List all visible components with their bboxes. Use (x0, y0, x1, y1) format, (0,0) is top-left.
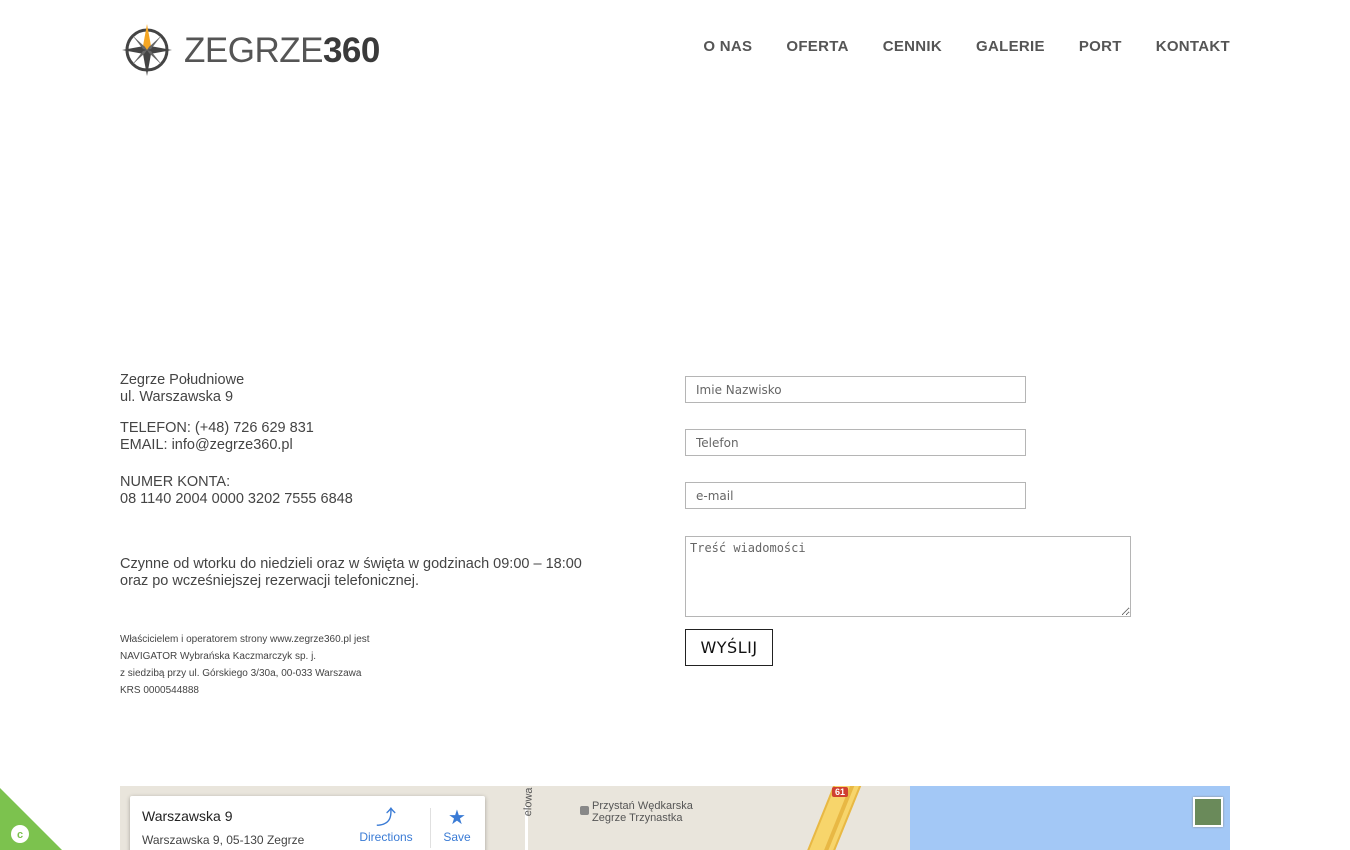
logo-text-bold: 360 (322, 30, 380, 70)
nav-item-port[interactable]: PORT (1079, 38, 1122, 55)
legal-line-4: KRS 0000544888 (120, 685, 199, 696)
nav-item-cennik[interactable]: CENNIK (883, 38, 942, 55)
main-nav: O NAS OFERTA CENNIK GALERIE PORT KONTAKT (669, 38, 1230, 55)
street-label: elowa (522, 787, 535, 817)
legal-line-1: Właścicielem i operatorem strony www.zeg… (120, 634, 370, 645)
legal-line-2: NAVIGATOR Wybrańska Kaczmarczyk sp. j. (120, 651, 317, 662)
svg-text:c: c (17, 829, 23, 841)
map-place-card: Warszawska 9 Warszawska 9, 05-130 Zegrze… (130, 796, 485, 850)
directions-label: Directions (359, 830, 413, 844)
legal-line-3: z siedzibą przy ul. Górskiego 3/30a, 00-… (120, 668, 362, 679)
save-label: Save (443, 830, 471, 844)
contact-info: Zegrze Południowe ul. Warszawska 9 TELEF… (120, 372, 620, 590)
compass-icon (122, 24, 172, 76)
phone-input[interactable] (685, 429, 1026, 456)
account-label: NUMER KONTA: (120, 474, 231, 490)
address-block: Zegrze Południowe ul. Warszawska 9 (120, 372, 620, 406)
map-water (910, 786, 1230, 850)
legal-info: Właścicielem i operatorem strony www.zeg… (120, 631, 370, 699)
send-button[interactable]: WYŚLIJ (685, 629, 773, 666)
account-block: NUMER KONTA: 08 1140 2004 0000 3202 7555… (120, 474, 620, 508)
star-icon: ★ (448, 807, 466, 829)
phone-text: TELEFON: (+48) 726 629 831 (120, 420, 314, 436)
route-badge: 61 (832, 787, 849, 797)
poi-label-line-2: Zegrze Trzynastka (592, 812, 683, 824)
address-line-2: ul. Warszawska 9 (120, 389, 234, 405)
nav-item-o-nas[interactable]: O NAS (703, 38, 752, 55)
nav-item-kontakt[interactable]: KONTAKT (1156, 38, 1230, 55)
place-address: Warszawska 9, 05-130 Zegrze (142, 833, 305, 847)
hours-line-2: oraz po wcześniejszej rezerwacji telefon… (120, 573, 419, 589)
directions-icon: ⤴ (376, 807, 396, 829)
logo-link[interactable]: ZEGRZE360 (120, 22, 380, 78)
name-input[interactable] (685, 376, 1026, 403)
contact-block: TELEFON: (+48) 726 629 831 EMAIL: info@z… (120, 420, 620, 454)
nav-item-oferta[interactable]: OFERTA (786, 38, 848, 55)
user-avatar[interactable] (1193, 797, 1223, 827)
site-header: ZEGRZE360 O NAS OFERTA CENNIK GALERIE PO… (0, 0, 1350, 100)
nav-item-galerie[interactable]: GALERIE (976, 38, 1045, 55)
poi-label-line-1: Przystań Wędkarska (592, 800, 693, 812)
card-divider (430, 808, 431, 848)
logo-text-light: ZEGRZE (184, 30, 323, 70)
address-line-1: Zegrze Południowe (120, 372, 245, 388)
hours-line-1: Czynne od wtorku do niedzieli oraz w świ… (120, 556, 582, 572)
logo-text: ZEGRZE360 (184, 33, 380, 68)
poi-label[interactable]: Przystań Wędkarska Zegrze Trzynastka (592, 800, 693, 824)
directions-button[interactable]: ⤴ Directions (358, 806, 414, 844)
map-embed[interactable]: 61 elowa Przystań Wędkarska Zegrze Trzyn… (120, 786, 1230, 850)
save-button[interactable]: ★ Save (435, 806, 479, 844)
email-text: EMAIL: info@zegrze360.pl (120, 437, 293, 453)
poi-icon (580, 806, 589, 815)
message-textarea[interactable] (685, 536, 1131, 617)
place-title: Warszawska 9 (142, 808, 233, 824)
account-number: 08 1140 2004 0000 3202 7555 6848 (120, 491, 353, 507)
cookie-icon[interactable]: c (0, 788, 62, 850)
opening-hours: Czynne od wtorku do niedzieli oraz w świ… (120, 556, 620, 590)
email-input[interactable] (685, 482, 1026, 509)
